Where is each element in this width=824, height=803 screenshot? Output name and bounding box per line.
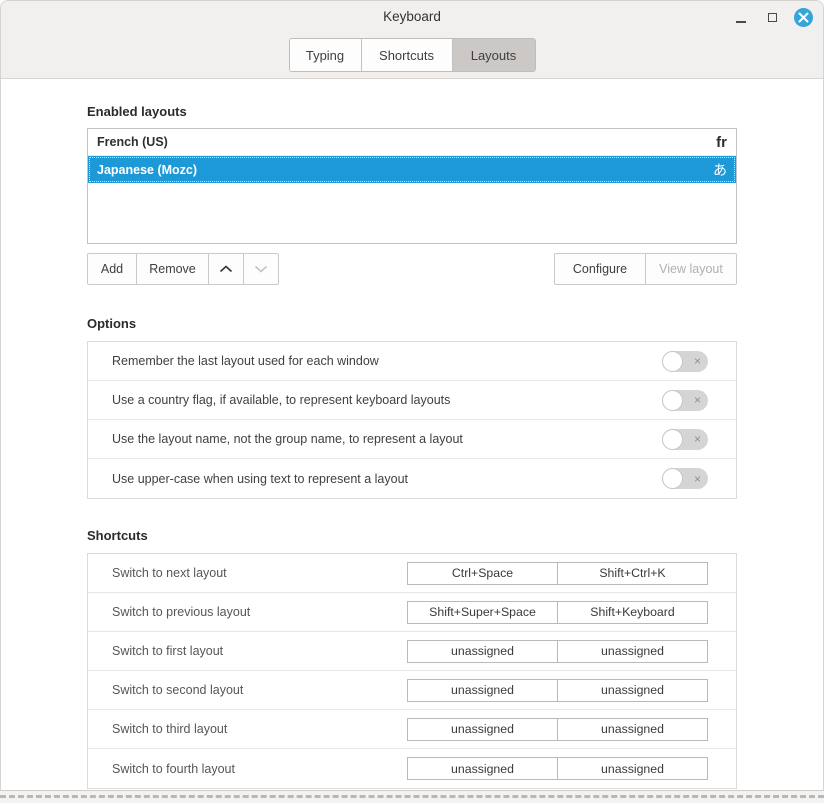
keybinding-group: unassigned unassigned <box>407 757 708 780</box>
toggle-knob <box>662 390 683 411</box>
keybinding-button[interactable]: Shift+Keyboard <box>557 601 708 624</box>
toggle-country-flag[interactable]: × <box>662 390 708 411</box>
tab-typing[interactable]: Typing <box>290 39 362 71</box>
titlebar[interactable]: Keyboard <box>1 1 823 34</box>
keybinding-group: unassigned unassigned <box>407 718 708 741</box>
window-header: Keyboard Typing Shortcuts <box>1 1 823 79</box>
move-layout-up-button[interactable] <box>208 253 244 285</box>
layout-config-buttons: Configure View layout <box>554 253 737 285</box>
shortcut-label: Switch to third layout <box>112 722 407 736</box>
keybinding-group: Ctrl+Space Shift+Ctrl+K <box>407 562 708 585</box>
window-controls <box>732 1 813 34</box>
keybinding-group: unassigned unassigned <box>407 679 708 702</box>
toggle-off-x-icon: × <box>694 472 701 484</box>
shortcut-row: Switch to next layout Ctrl+Space Shift+C… <box>88 554 736 593</box>
keybinding-button[interactable]: Shift+Ctrl+K <box>557 562 708 585</box>
keybinding-button[interactable]: unassigned <box>557 640 708 663</box>
shortcuts-box: Switch to next layout Ctrl+Space Shift+C… <box>87 553 737 789</box>
tab-shortcuts[interactable]: Shortcuts <box>362 39 453 71</box>
options-box: Remember the last layout used for each w… <box>87 341 737 499</box>
maximize-icon <box>768 13 777 22</box>
layout-name: Japanese (Mozc) <box>97 163 713 177</box>
keybinding-button[interactable]: unassigned <box>557 757 708 780</box>
layout-row-japanese[interactable]: Japanese (Mozc) あ <box>88 156 736 183</box>
shortcut-label: Switch to second layout <box>112 683 407 697</box>
layout-actions-row: Add Remove Configure View layout <box>87 253 737 285</box>
shortcut-row: Switch to fourth layout unassigned unass… <box>88 749 736 788</box>
toggle-off-x-icon: × <box>694 433 701 445</box>
layout-indicator-ja: あ <box>713 160 727 180</box>
option-label: Remember the last layout used for each w… <box>112 354 662 368</box>
window-title: Keyboard <box>1 9 823 24</box>
layout-indicator-fr: fr <box>716 134 727 151</box>
keybinding-button[interactable]: unassigned <box>557 679 708 702</box>
option-label: Use a country flag, if available, to rep… <box>112 393 662 407</box>
toggle-knob <box>662 468 683 489</box>
dashed-edge-line <box>0 795 824 798</box>
keybinding-button[interactable]: Ctrl+Space <box>407 562 558 585</box>
toggle-remember-last-layout[interactable]: × <box>662 351 708 372</box>
shortcut-row: Switch to previous layout Shift+Super+Sp… <box>88 593 736 632</box>
options-heading: Options <box>87 285 737 331</box>
tabstrip: Typing Shortcuts Layouts <box>1 34 823 78</box>
shortcut-row: Switch to second layout unassigned unass… <box>88 671 736 710</box>
keybinding-button[interactable]: Shift+Super+Space <box>407 601 558 624</box>
chevron-down-icon <box>254 265 268 273</box>
keyboard-settings-window: Keyboard Typing Shortcuts <box>0 0 824 791</box>
layouts-page: Enabled layouts French (US) fr Japanese … <box>1 79 823 789</box>
layout-name: French (US) <box>97 135 716 149</box>
option-label: Use upper-case when using text to repres… <box>112 472 662 486</box>
tab-group: Typing Shortcuts Layouts <box>289 38 536 72</box>
option-row: Use the layout name, not the group name,… <box>88 420 736 459</box>
tab-layouts[interactable]: Layouts <box>453 39 535 71</box>
keybinding-group: unassigned unassigned <box>407 640 708 663</box>
shortcut-label: Switch to next layout <box>112 566 407 580</box>
layout-row-french[interactable]: French (US) fr <box>88 129 736 156</box>
toggle-knob <box>662 429 683 450</box>
keybinding-button[interactable]: unassigned <box>557 718 708 741</box>
minimize-button[interactable] <box>732 9 750 27</box>
keybinding-button[interactable]: unassigned <box>407 757 558 780</box>
maximize-button[interactable] <box>763 9 781 27</box>
shortcut-label: Switch to previous layout <box>112 605 407 619</box>
close-button[interactable] <box>794 8 813 27</box>
option-row: Use a country flag, if available, to rep… <box>88 381 736 420</box>
enabled-layouts-heading: Enabled layouts <box>87 79 737 119</box>
add-layout-button[interactable]: Add <box>87 253 137 285</box>
shortcuts-heading: Shortcuts <box>87 499 737 543</box>
close-icon <box>798 12 809 23</box>
shortcut-label: Switch to fourth layout <box>112 762 407 776</box>
toggle-layout-name[interactable]: × <box>662 429 708 450</box>
chevron-up-icon <box>219 265 233 273</box>
remove-layout-button[interactable]: Remove <box>136 253 209 285</box>
shortcut-row: Switch to third layout unassigned unassi… <box>88 710 736 749</box>
toggle-upper-case[interactable]: × <box>662 468 708 489</box>
keybinding-button[interactable]: unassigned <box>407 718 558 741</box>
keybinding-button[interactable]: unassigned <box>407 679 558 702</box>
option-row: Use upper-case when using text to repres… <box>88 459 736 498</box>
toggle-off-x-icon: × <box>694 394 701 406</box>
configure-button[interactable]: Configure <box>554 253 646 285</box>
move-layout-down-button[interactable] <box>243 253 279 285</box>
minimize-icon <box>736 21 746 23</box>
layout-edit-buttons: Add Remove <box>87 253 279 285</box>
keybinding-group: Shift+Super+Space Shift+Keyboard <box>407 601 708 624</box>
keybinding-button[interactable]: unassigned <box>407 640 558 663</box>
option-label: Use the layout name, not the group name,… <box>112 432 662 446</box>
toggle-off-x-icon: × <box>694 355 701 367</box>
view-layout-button[interactable]: View layout <box>645 253 737 285</box>
enabled-layouts-list: French (US) fr Japanese (Mozc) あ <box>87 128 737 244</box>
option-row: Remember the last layout used for each w… <box>88 342 736 381</box>
shortcut-label: Switch to first layout <box>112 644 407 658</box>
toggle-knob <box>662 351 683 372</box>
desktop-edge-band <box>0 791 824 803</box>
shortcut-row: Switch to first layout unassigned unassi… <box>88 632 736 671</box>
